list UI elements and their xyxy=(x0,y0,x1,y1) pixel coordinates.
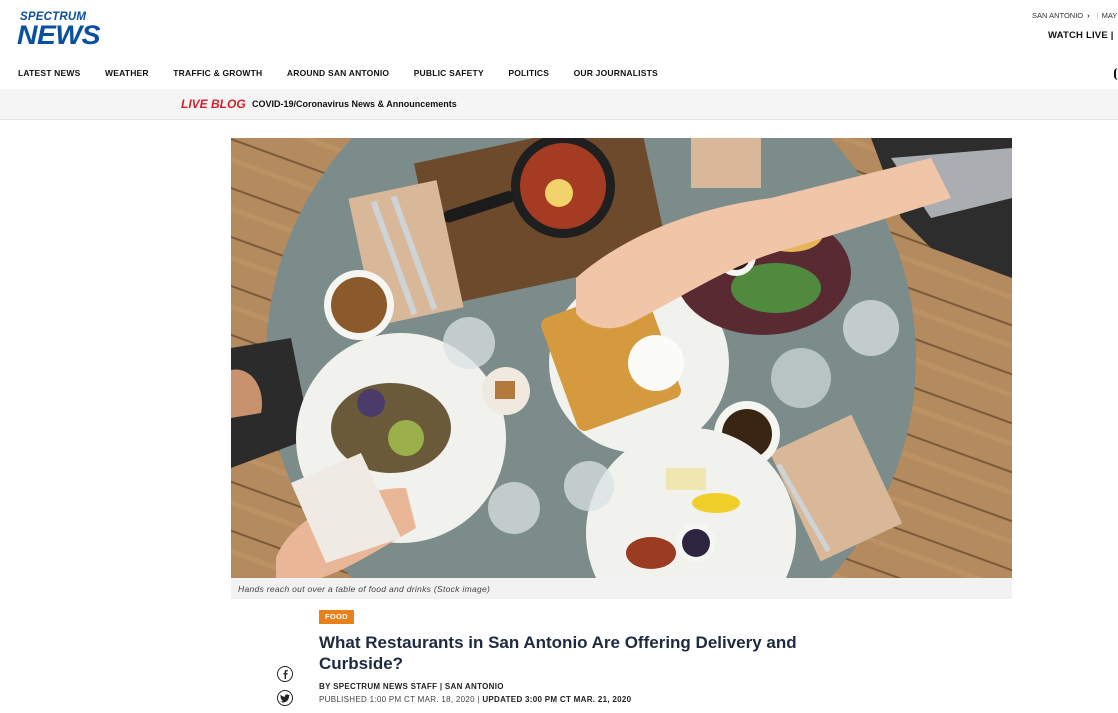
nav-item-public-safety[interactable]: PUBLIC SAFETY xyxy=(414,68,484,78)
logo-line-2: NEWS xyxy=(17,20,100,50)
facebook-share-button[interactable] xyxy=(277,666,293,682)
twitter-share-button[interactable] xyxy=(277,690,293,706)
article-headline: What Restaurants in San Antonio Are Offe… xyxy=(319,633,797,673)
nav-item-around-san-antonio[interactable]: AROUND SAN ANTONIO xyxy=(287,68,389,78)
image-caption: Hands reach out over a table of food and… xyxy=(238,584,491,594)
watch-live-label: WATCH LIVE xyxy=(1048,30,1108,41)
location-label: SAN ANTONIO xyxy=(1032,11,1084,20)
category-badge[interactable]: FOOD xyxy=(319,610,354,624)
byline-location: SAN ANTONIO xyxy=(444,682,504,691)
nav-item-latest-news[interactable]: LATEST NEWS xyxy=(18,68,81,78)
live-blog-banner[interactable] xyxy=(0,89,1118,120)
facebook-icon xyxy=(283,669,288,679)
location-next-label: MAY xyxy=(1101,11,1118,20)
live-blog-link[interactable]: COVID-19/Coronavirus News & Announcement… xyxy=(252,99,457,109)
hero-image xyxy=(231,138,1012,578)
divider: | xyxy=(1096,11,1099,20)
nav-item-our-journalists[interactable]: OUR JOURNALISTS xyxy=(574,68,658,78)
updated-date: UPDATED 3:00 PM CT MAR. 21, 2020 xyxy=(482,695,632,704)
nav-item-politics[interactable]: POLITICS xyxy=(508,68,549,78)
food-table-photo xyxy=(231,138,1012,578)
nav-item-weather[interactable]: WEATHER xyxy=(105,68,149,78)
byline-author: BY SPECTRUM NEWS STAFF xyxy=(319,682,438,691)
twitter-icon xyxy=(280,693,290,702)
watch-live-link[interactable]: WATCH LIVE | xyxy=(1048,30,1114,41)
search-icon[interactable] xyxy=(1114,68,1118,80)
spectrum-news-logo[interactable]: SPECTRUM NEWS xyxy=(17,10,109,50)
article-dates: PUBLISHED 1:00 PM CT MAR. 18, 2020 | UPD… xyxy=(319,695,632,704)
article-byline: BY SPECTRUM NEWS STAFF | SAN ANTONIO xyxy=(319,682,504,691)
location-selector[interactable]: SAN ANTONIO › | MAY xyxy=(1032,11,1117,20)
main-nav: LATEST NEWS WEATHER TRAFFIC & GROWTH ARO… xyxy=(18,68,682,78)
chevron-right-icon: › xyxy=(1087,11,1090,20)
nav-item-traffic-growth[interactable]: TRAFFIC & GROWTH xyxy=(173,68,262,78)
live-blog-label: LIVE BLOG xyxy=(181,97,246,111)
published-date: PUBLISHED 1:00 PM CT MAR. 18, 2020 xyxy=(319,695,475,704)
